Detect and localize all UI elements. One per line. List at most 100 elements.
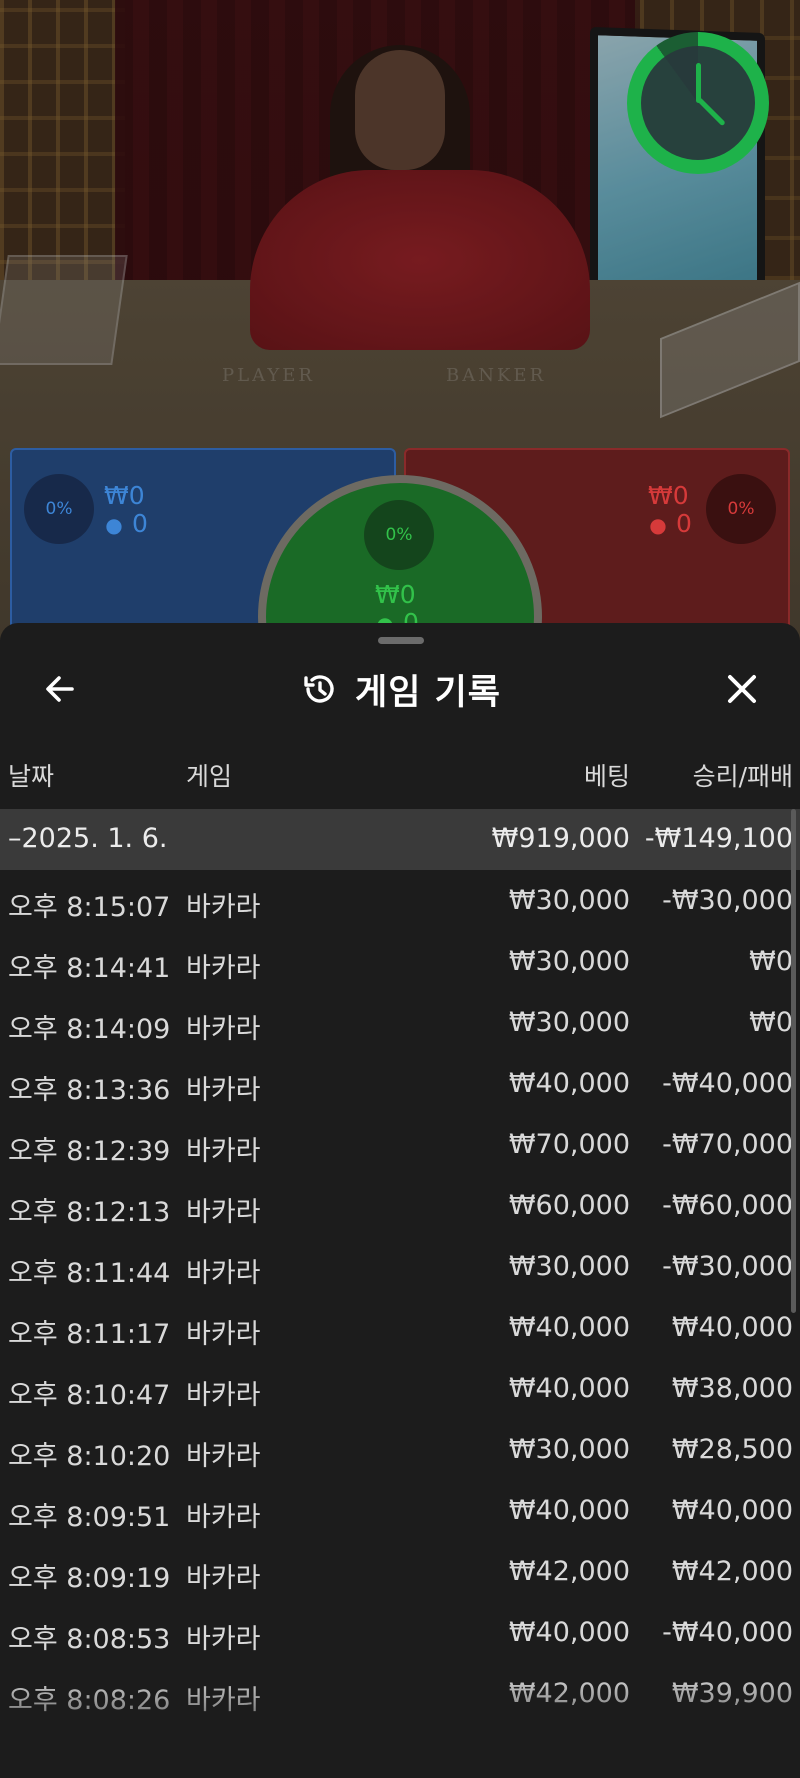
tie-amount: ₩0 <box>375 580 416 609</box>
round-timer <box>627 32 769 174</box>
table-row[interactable]: 오후 8:08:26 바카라 ₩42,000 ₩39,900 <box>0 1664 800 1725</box>
player-percent: 0% <box>24 474 94 544</box>
row-game: 바카라 <box>186 1624 261 1655</box>
row-bet: ₩30,000 <box>508 885 630 916</box>
clock-icon <box>641 46 755 160</box>
row-winloss: -₩70,000 <box>662 1129 793 1160</box>
table-row[interactable]: 오후 8:12:39 바카라 ₩70,000 -₩70,000 <box>0 1115 800 1176</box>
column-header-date: 날짜 <box>8 762 55 791</box>
row-winloss: ₩39,900 <box>671 1678 793 1709</box>
player-stats: ₩0 ● 0 <box>104 482 148 539</box>
row-time: 오후 8:08:53 <box>8 1624 171 1655</box>
summary-date: –2025. 1. 6. <box>8 823 168 854</box>
table-row[interactable]: 오후 8:13:36 바카라 ₩40,000 -₩40,000 <box>0 1054 800 1115</box>
row-time: 오후 8:14:41 <box>8 953 171 984</box>
row-time: 오후 8:08:26 <box>8 1685 171 1716</box>
history-table-header: 날짜 게임 베팅 승리/패배 <box>0 757 800 801</box>
row-time: 오후 8:11:17 <box>8 1319 171 1350</box>
row-bet: ₩40,000 <box>508 1617 630 1648</box>
row-game: 바카라 <box>186 1258 261 1289</box>
table-row[interactable]: 오후 8:11:17 바카라 ₩40,000 ₩40,000 <box>0 1298 800 1359</box>
history-scrollbar[interactable] <box>791 809 796 1313</box>
row-bet: ₩30,000 <box>508 1007 630 1038</box>
row-winloss: -₩30,000 <box>662 1251 793 1282</box>
row-game: 바카라 <box>186 1502 261 1533</box>
row-winloss: -₩60,000 <box>662 1190 793 1221</box>
row-time: 오후 8:14:09 <box>8 1014 171 1045</box>
row-game: 바카라 <box>186 953 261 984</box>
banker-percent: 0% <box>706 474 776 544</box>
summary-winloss: -₩149,100 <box>644 823 793 854</box>
row-game: 바카라 <box>186 1685 261 1716</box>
row-bet: ₩40,000 <box>508 1068 630 1099</box>
row-bet: ₩70,000 <box>508 1129 630 1160</box>
row-game: 바카라 <box>186 1075 261 1106</box>
row-winloss: ₩38,000 <box>671 1373 793 1404</box>
date-summary-row[interactable]: –2025. 1. 6. ₩919,000 -₩149,100 <box>0 809 800 870</box>
clock-minute-hand <box>696 97 726 127</box>
table-row[interactable]: 오후 8:10:20 바카라 ₩30,000 ₩28,500 <box>0 1420 800 1481</box>
table-row[interactable]: 오후 8:08:53 바카라 ₩40,000 -₩40,000 <box>0 1603 800 1664</box>
row-bet: ₩42,000 <box>508 1556 630 1587</box>
row-game: 바카라 <box>186 1563 261 1594</box>
row-winloss: ₩40,000 <box>671 1495 793 1526</box>
player-amount: ₩0 <box>104 481 145 510</box>
row-bet: ₩42,000 <box>508 1678 630 1709</box>
row-bet: ₩40,000 <box>508 1312 630 1343</box>
row-winloss: ₩0 <box>749 1007 793 1038</box>
table-row[interactable]: 오후 8:09:51 바카라 ₩40,000 ₩40,000 <box>0 1481 800 1542</box>
user-icon: ● <box>649 513 667 537</box>
user-icon: ● <box>105 513 123 537</box>
tie-percent: 0% <box>364 500 434 570</box>
row-game: 바카라 <box>186 892 261 923</box>
table-row[interactable]: 오후 8:09:19 바카라 ₩42,000 ₩42,000 <box>0 1542 800 1603</box>
row-bet: ₩30,000 <box>508 1251 630 1282</box>
column-header-game: 게임 <box>186 762 233 791</box>
sheet-title: 게임 기록 <box>0 665 800 713</box>
row-winloss: ₩28,500 <box>671 1434 793 1465</box>
row-time: 오후 8:13:36 <box>8 1075 171 1106</box>
column-header-winloss: 승리/패배 <box>692 762 793 791</box>
row-game: 바카라 <box>186 1319 261 1350</box>
table-row[interactable]: 오후 8:11:44 바카라 ₩30,000 -₩30,000 <box>0 1237 800 1298</box>
row-time: 오후 8:12:39 <box>8 1136 171 1167</box>
column-header-bet: 베팅 <box>583 762 630 791</box>
row-time: 오후 8:09:19 <box>8 1563 171 1594</box>
row-time: 오후 8:10:47 <box>8 1380 171 1411</box>
summary-bet: ₩919,000 <box>491 823 630 854</box>
row-game: 바카라 <box>186 1014 261 1045</box>
banker-stats: ₩0 ● 0 <box>648 482 692 539</box>
row-bet: ₩40,000 <box>508 1495 630 1526</box>
row-winloss: ₩0 <box>749 946 793 977</box>
close-button[interactable] <box>718 665 766 713</box>
row-game: 바카라 <box>186 1380 261 1411</box>
row-game: 바카라 <box>186 1197 261 1228</box>
table-row[interactable]: 오후 8:14:41 바카라 ₩30,000 ₩0 <box>0 932 800 993</box>
sheet-title-text: 게임 기록 <box>355 672 501 713</box>
row-bet: ₩60,000 <box>508 1190 630 1221</box>
row-game: 바카라 <box>186 1136 261 1167</box>
row-time: 오후 8:10:20 <box>8 1441 171 1472</box>
row-winloss: ₩42,000 <box>671 1556 793 1587</box>
banker-count: 0 <box>675 509 692 538</box>
table-row[interactable]: 오후 8:15:07 바카라 ₩30,000 -₩30,000 <box>0 871 800 932</box>
table-row[interactable]: 오후 8:14:09 바카라 ₩30,000 ₩0 <box>0 993 800 1054</box>
sheet-drag-handle[interactable] <box>378 637 424 644</box>
table-row[interactable]: 오후 8:10:47 바카라 ₩40,000 ₩38,000 <box>0 1359 800 1420</box>
banker-amount: ₩0 <box>648 481 689 510</box>
row-game: 바카라 <box>186 1441 261 1472</box>
player-count: 0 <box>131 509 148 538</box>
table-row[interactable]: 오후 8:12:13 바카라 ₩60,000 -₩60,000 <box>0 1176 800 1237</box>
app-root: PLAYER BANKER 0% ₩0 ● 0 0% ₩0 ● 0 0% ₩0 … <box>0 0 800 1778</box>
row-winloss: -₩30,000 <box>662 885 793 916</box>
history-table-body[interactable]: –2025. 1. 6. ₩919,000 -₩149,100 오후 8:15:… <box>0 809 800 1778</box>
game-history-sheet: 게임 기록 날짜 게임 베팅 승리/패배 –2025. 1. 6. ₩919,0… <box>0 623 800 1778</box>
row-time: 오후 8:11:44 <box>8 1258 171 1289</box>
row-bet: ₩40,000 <box>508 1373 630 1404</box>
row-bet: ₩30,000 <box>508 946 630 977</box>
close-icon <box>728 675 756 703</box>
row-time: 오후 8:15:07 <box>8 892 171 923</box>
row-time: 오후 8:09:51 <box>8 1502 171 1533</box>
row-winloss: -₩40,000 <box>662 1617 793 1648</box>
row-time: 오후 8:12:13 <box>8 1197 171 1228</box>
